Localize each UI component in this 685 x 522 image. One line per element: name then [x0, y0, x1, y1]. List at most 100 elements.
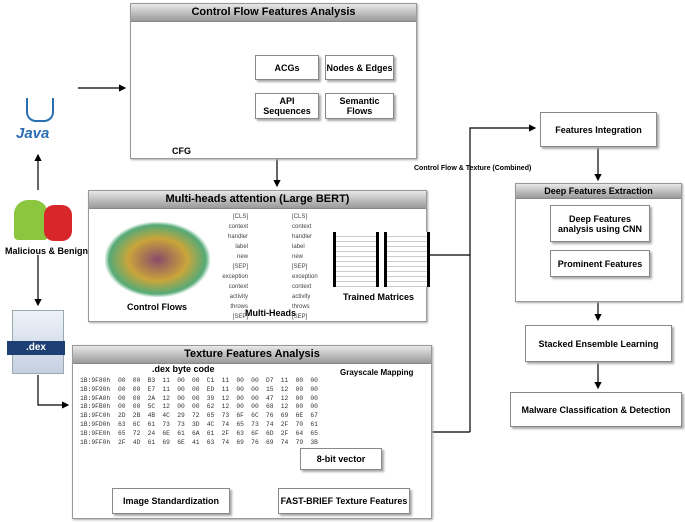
hex-row: 1B:9FE0h 65 72 24 6E 61 6A 61 2F 63 6F 6D 2F 64 65 — [80, 430, 325, 439]
hex-byte: 4C — [162, 412, 170, 420]
hex-byte: 73 — [162, 420, 170, 428]
hex-byte: 2F — [280, 429, 289, 437]
fast-brief-box: FAST-BRIEF Texture Features — [278, 488, 410, 514]
hex-address: 1B:9FC0h — [80, 412, 111, 420]
hex-byte: E7 — [147, 385, 156, 393]
hex-byte: 00 — [118, 394, 126, 402]
malware-devil-icon — [44, 205, 72, 241]
hex-byte: 00 — [251, 385, 259, 393]
hex-byte: 2F — [280, 420, 289, 428]
token-l: label — [235, 244, 248, 250]
image-standardization-box: Image Standardization — [112, 488, 230, 514]
hex-byte: 6F — [236, 412, 244, 420]
token-r: activity — [292, 294, 311, 300]
hex-row: 1B:9FA0h 00 00 2A 12 00 00 39 12 00 00 47 12 00 00 — [80, 395, 325, 404]
hex-byte: 00 — [310, 403, 318, 411]
hex-byte: 00 — [295, 403, 304, 411]
hex-byte: 11 — [221, 385, 230, 393]
control-flows-label: Control Flows — [127, 302, 187, 312]
hex-byte: 4C — [206, 420, 215, 428]
byte-code-title: .dex byte code — [152, 364, 215, 374]
hex-byte: 00 — [236, 394, 244, 402]
matrix-v — [384, 232, 430, 287]
hex-byte: 00 — [191, 403, 200, 411]
hex-byte: 00 — [251, 377, 259, 384]
bert-title: Multi-heads attention (Large BERT) — [89, 191, 426, 209]
hex-byte: 2F — [118, 438, 126, 446]
grayscale-label: Grayscale Mapping — [340, 368, 414, 377]
trained-matrices-label: Trained Matrices — [343, 292, 415, 302]
word-cloud-image — [105, 222, 210, 297]
matrix-w — [333, 232, 379, 287]
hex-byte: 6F — [251, 429, 259, 437]
hex-byte: D7 — [265, 377, 274, 384]
hex-byte: 61 — [206, 429, 215, 437]
classification-box: Malware Classification & Detection — [510, 392, 682, 427]
hex-address: 1B:9FA0h — [80, 394, 111, 402]
texture-title: Texture Features Analysis — [73, 346, 431, 364]
prominent-features-box: Prominent Features — [550, 250, 650, 277]
hex-byte: 11 — [162, 377, 170, 384]
hex-byte: 69 — [236, 438, 244, 446]
hex-byte: 00 — [295, 385, 304, 393]
hex-address: 1B:9F90h — [80, 385, 111, 393]
malicious-benign-label: Malicious & Benign — [5, 246, 89, 256]
android-icon — [14, 200, 48, 240]
hex-byte: 70 — [295, 420, 304, 428]
hex-byte: 72 — [191, 412, 200, 420]
hex-byte: 2D — [118, 412, 126, 420]
hex-byte: 63 — [236, 429, 244, 437]
hex-byte: 00 — [132, 394, 141, 402]
hex-byte: 00 — [191, 377, 200, 384]
token-r: handler — [292, 234, 313, 240]
hex-address: 1B:9FF0h — [80, 438, 111, 446]
cfg-label: CFG — [172, 146, 191, 156]
hex-byte: 00 — [177, 403, 185, 411]
hex-byte: 76 — [251, 438, 259, 446]
token-r: [SEP] — [292, 314, 308, 320]
hex-byte: 69 — [162, 438, 170, 446]
hex-byte: 00 — [191, 394, 200, 402]
hex-byte: 00 — [251, 403, 259, 411]
hex-byte: 00 — [132, 403, 141, 411]
hex-byte: 11 — [221, 377, 230, 384]
hex-byte: 6C — [251, 412, 259, 420]
hex-byte: 12 — [280, 403, 289, 411]
hex-byte: 62 — [206, 403, 215, 411]
hex-byte: 2A — [147, 394, 156, 402]
hex-byte: 12 — [221, 403, 230, 411]
hex-byte: 6A — [191, 429, 200, 437]
hex-byte: 65 — [310, 429, 318, 437]
hex-byte: 6E — [295, 412, 304, 420]
hex-byte: 76 — [265, 412, 274, 420]
hex-byte: 00 — [177, 385, 185, 393]
features-integration-box: Features Integration — [540, 112, 657, 147]
hex-byte: 79 — [295, 438, 304, 446]
token-r: throws — [292, 304, 310, 310]
hex-byte: 41 — [191, 438, 200, 446]
hex-byte: 00 — [295, 377, 304, 384]
token-r: exception — [292, 274, 318, 280]
token-l: activity — [229, 294, 248, 300]
java-cup-icon — [26, 98, 54, 122]
acgs-box: ACGs — [255, 55, 319, 80]
token-l: new — [236, 254, 248, 260]
hex-byte: ED — [206, 385, 215, 393]
token-r: [CLS] — [292, 214, 308, 220]
api-sequences-box: API Sequences — [255, 93, 319, 119]
token-l: [SEP] — [232, 314, 248, 320]
hex-byte: 68 — [265, 403, 274, 411]
cnn-box: Deep Features analysis using CNN — [550, 205, 650, 242]
hex-byte: 3B — [310, 438, 318, 446]
hex-byte: 00 — [177, 394, 185, 402]
token-l: context — [228, 284, 248, 290]
hex-byte: 00 — [310, 377, 318, 384]
token-r: label — [292, 244, 305, 250]
hex-byte: 00 — [191, 385, 200, 393]
hex-byte: 00 — [236, 377, 244, 384]
token-l: handler — [227, 234, 248, 240]
hex-byte: C1 — [206, 377, 215, 384]
token-r: context — [292, 224, 312, 230]
hex-byte: 72 — [132, 429, 141, 437]
hex-byte: 74 — [221, 438, 230, 446]
